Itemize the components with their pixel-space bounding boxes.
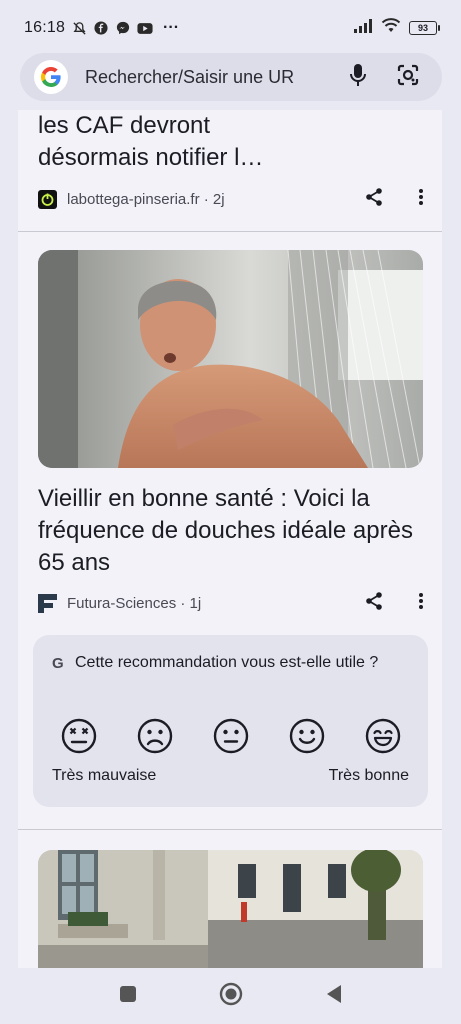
back-button[interactable] [325,984,343,1009]
feedback-question: Cette recommandation vous est-elle utile… [75,654,379,671]
article-image[interactable] [38,250,423,468]
youtube-icon [137,20,153,36]
article-image[interactable] [38,850,423,968]
rating-faces [61,718,401,754]
card-meta: labottega-pinseria.fr · 2j [38,185,428,213]
source-logo-icon [38,189,57,209]
good-face-icon[interactable] [289,718,325,754]
share-icon[interactable] [364,591,384,616]
microphone-icon[interactable] [350,63,366,92]
status-bar: 16:18 ··· 93 [0,0,461,56]
google-g-icon: G [52,655,64,672]
status-right: 93 [353,18,440,38]
very-good-face-icon[interactable] [365,718,401,754]
system-nav-bar [0,968,461,1024]
home-button[interactable] [219,982,243,1011]
signal-icon [353,18,373,38]
card-actions [364,591,424,616]
muted-icon [71,20,87,36]
search-bar[interactable]: Rechercher/Saisir une UR [20,53,442,101]
feedback-card: G Cette recommandation vous est-elle uti… [33,635,428,807]
more-options-icon[interactable] [418,592,424,615]
more-options-icon[interactable] [418,188,424,211]
rating-low-label: Très mauvaise [52,767,157,784]
more-notifications-icon: ··· [163,19,180,36]
messenger-icon [115,20,131,36]
status-time: 16:18 [24,19,66,36]
google-logo-icon[interactable] [34,60,68,94]
search-input[interactable]: Rechercher/Saisir une UR [85,67,344,88]
search-actions [350,63,420,92]
discover-feed[interactable]: les CAF devront désormais notifier l… la… [18,110,442,968]
wifi-icon [381,18,401,38]
recents-button[interactable] [119,985,137,1008]
card-title[interactable]: Vieillir en bonne santé : Voici la fréqu… [38,483,433,579]
neutral-face-icon[interactable] [213,718,249,754]
share-icon[interactable] [364,187,384,212]
source-label: labottega-pinseria.fr · 2j [67,190,225,208]
lens-camera-icon[interactable] [396,63,420,92]
status-left: 16:18 ··· [24,19,179,37]
divider [18,231,442,232]
card-title[interactable]: les CAF devront désormais notifier l… [38,110,418,174]
card-meta: Futura-Sciences · 1j [38,589,428,617]
battery-icon: 93 [409,21,440,35]
very-bad-face-icon[interactable] [61,718,97,754]
source-logo-icon [38,593,57,613]
card-actions [364,187,424,212]
facebook-icon [93,20,109,36]
rating-high-label: Très bonne [328,767,409,784]
bad-face-icon[interactable] [137,718,173,754]
divider [18,829,442,830]
source-label: Futura-Sciences · 1j [67,594,202,612]
